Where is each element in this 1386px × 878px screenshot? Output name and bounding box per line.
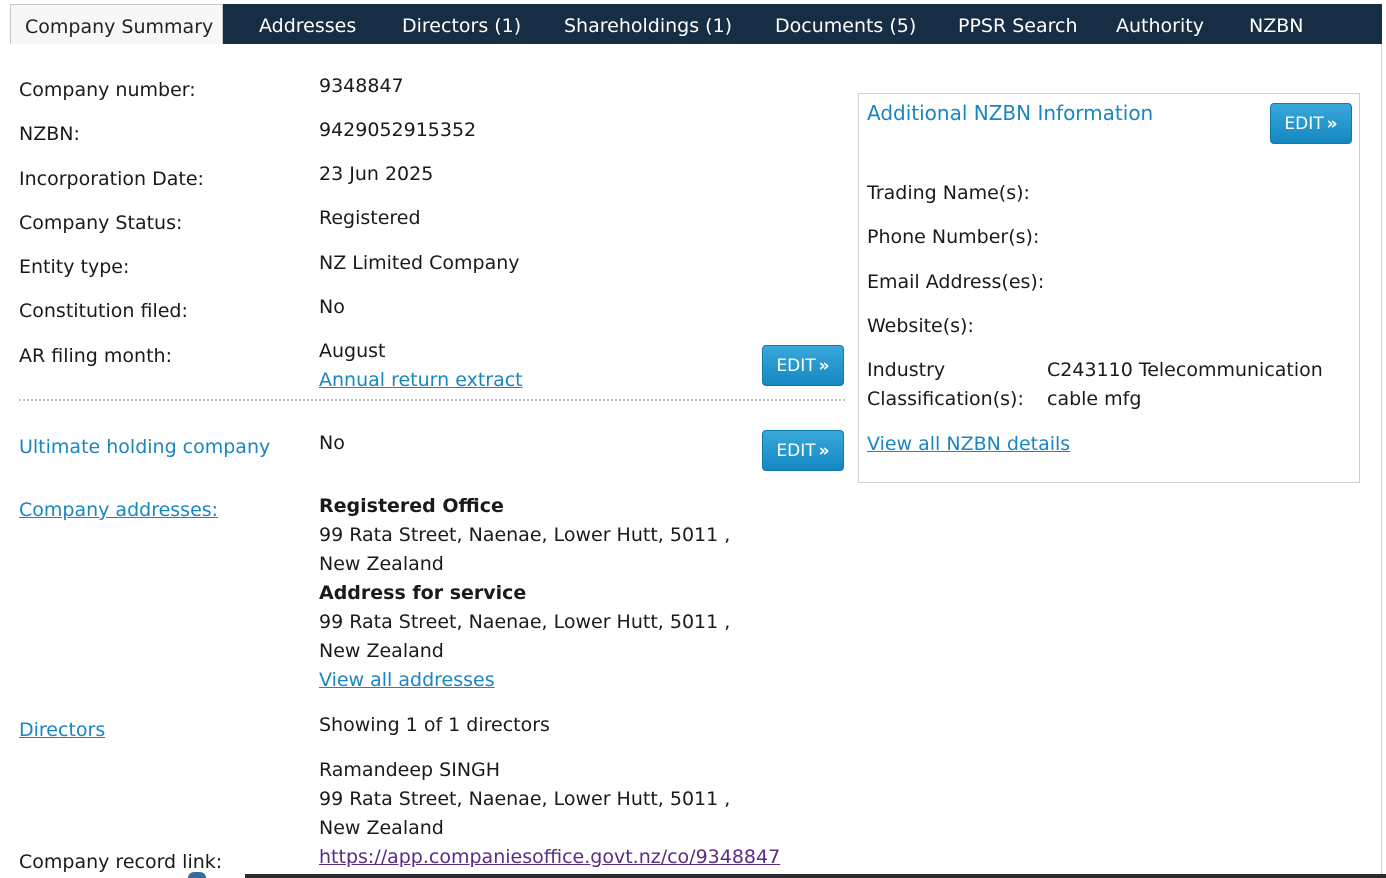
tab-ppsr-search[interactable]: PPSR Search: [958, 4, 1078, 44]
director-name: Ramandeep SINGH: [319, 759, 501, 781]
phone-numbers-label: Phone Number(s):: [867, 226, 1040, 248]
company-number-label: Company number:: [19, 79, 196, 101]
registered-office-line2: New Zealand: [319, 553, 444, 575]
constitution-filed-value: No: [319, 296, 345, 318]
company-addresses-link[interactable]: Company addresses:: [19, 496, 218, 525]
industry-classification-label-line1: Industry: [867, 359, 946, 381]
tab-bar: Company Summary Addresses Directors (1) …: [0, 0, 1386, 44]
section-divider: [19, 399, 845, 401]
tab-authority[interactable]: Authority: [1116, 4, 1204, 44]
incorporation-date-label: Incorporation Date:: [19, 168, 204, 190]
tab-nzbn[interactable]: NZBN: [1249, 4, 1303, 44]
tab-company-summary[interactable]: Company Summary: [10, 4, 223, 44]
industry-classification-value-line1: C243110 Telecommunication: [1047, 359, 1323, 381]
tab-directors[interactable]: Directors (1): [402, 4, 521, 44]
nzbn-value: 9429052915352: [319, 119, 477, 141]
tab-shareholdings[interactable]: Shareholdings (1): [564, 4, 732, 44]
industry-classification-value-line2: cable mfg: [1047, 388, 1142, 410]
ar-filing-month-label: AR filing month:: [19, 345, 172, 367]
annual-return-extract-link[interactable]: Annual return extract: [319, 366, 523, 395]
company-status-value: Registered: [319, 207, 421, 229]
directors-link[interactable]: Directors: [19, 716, 105, 745]
address-for-service-line2: New Zealand: [319, 640, 444, 662]
tab-documents[interactable]: Documents (5): [775, 4, 916, 44]
entity-type-value: NZ Limited Company: [319, 252, 520, 274]
company-number-value: 9348847: [319, 75, 404, 97]
ar-edit-label: EDIT: [776, 356, 816, 376]
directors-showing-count: Showing 1 of 1 directors: [319, 714, 550, 736]
registered-office-heading: Registered Office: [319, 495, 504, 517]
double-chevron-right-icon: »: [818, 356, 830, 376]
company-record-url-link[interactable]: https://app.companiesoffice.govt.nz/co/9…: [319, 843, 780, 872]
double-chevron-right-icon: »: [818, 441, 830, 461]
bottom-edge: [245, 874, 1386, 878]
director-address-line2: New Zealand: [319, 817, 444, 839]
view-all-nzbn-details-link[interactable]: View all NZBN details: [867, 430, 1070, 459]
registered-office-line1: 99 Rata Street, Naenae, Lower Hutt, 5011…: [319, 524, 731, 546]
industry-classification-label-line2: Classification(s):: [867, 388, 1024, 410]
trading-names-label: Trading Name(s):: [867, 182, 1030, 204]
nzbn-edit-button[interactable]: EDIT»: [1270, 103, 1352, 144]
double-chevron-right-icon: »: [1326, 114, 1338, 134]
email-addresses-label: Email Address(es):: [867, 271, 1045, 293]
entity-type-label: Entity type:: [19, 256, 130, 278]
uhc-edit-label: EDIT: [776, 441, 816, 461]
constitution-filed-label: Constitution filed:: [19, 300, 188, 322]
nzbn-panel-title: Additional NZBN Information: [867, 101, 1154, 125]
ar-edit-button[interactable]: EDIT»: [762, 345, 844, 386]
ar-filing-month-value: August: [319, 340, 386, 362]
ultimate-holding-company-value: No: [319, 432, 345, 454]
address-for-service-heading: Address for service: [319, 582, 527, 604]
view-all-addresses-link[interactable]: View all addresses: [319, 666, 495, 695]
nzbn-edit-label: EDIT: [1284, 114, 1324, 134]
tab-addresses[interactable]: Addresses: [259, 4, 356, 44]
ultimate-holding-company-label: Ultimate holding company: [19, 436, 271, 458]
address-for-service-line1: 99 Rata Street, Naenae, Lower Hutt, 5011…: [319, 611, 731, 633]
websites-label: Website(s):: [867, 315, 974, 337]
nzbn-label: NZBN:: [19, 123, 80, 145]
director-address-line1: 99 Rata Street, Naenae, Lower Hutt, 5011…: [319, 788, 731, 810]
incorporation-date-value: 23 Jun 2025: [319, 163, 434, 185]
uhc-edit-button[interactable]: EDIT»: [762, 430, 844, 471]
company-status-label: Company Status:: [19, 212, 183, 234]
bottom-edge-widget: [188, 872, 206, 878]
